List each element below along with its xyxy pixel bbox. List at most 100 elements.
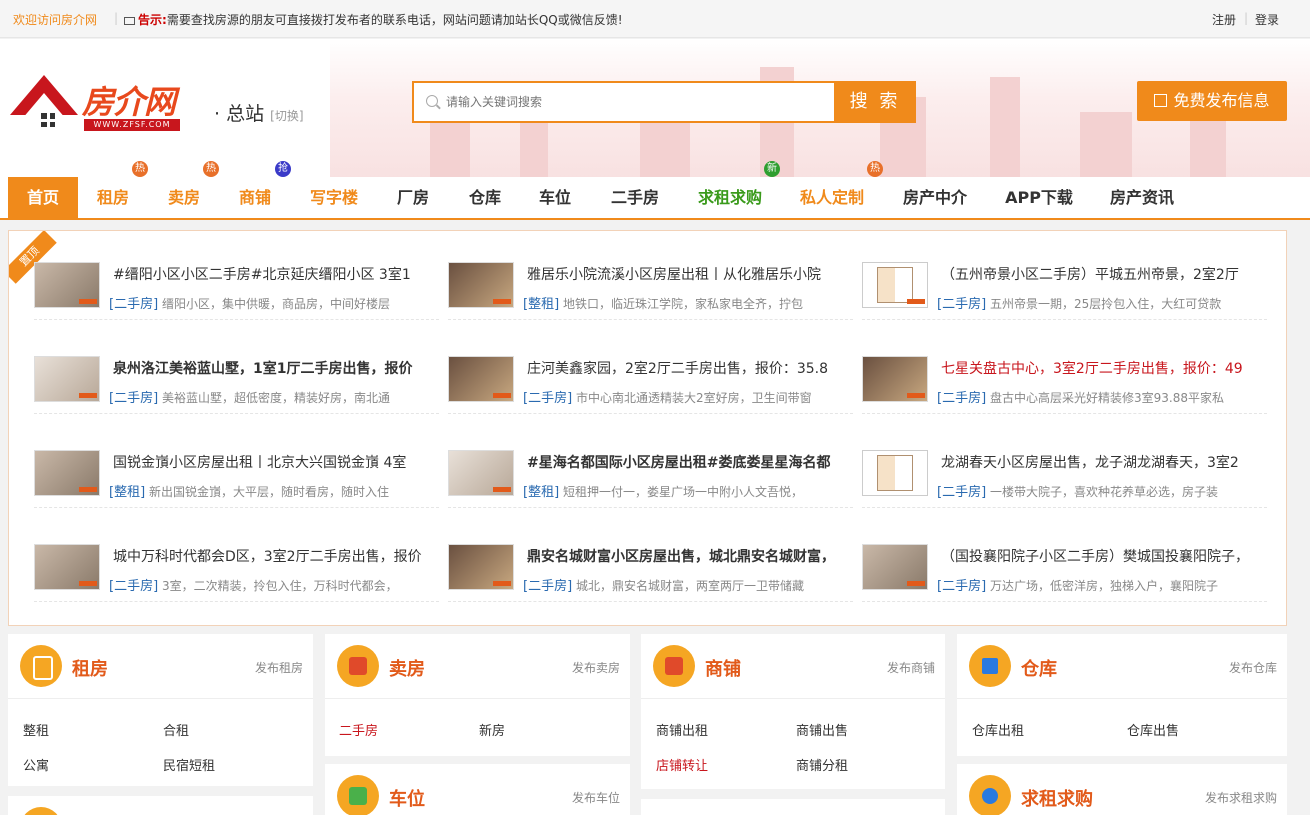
- listing-card[interactable]: 龙湖春天小区房屋出售，龙子湖龙湖春天，3室2 [二手房] 一楼带大院子，喜欢种花…: [862, 442, 1267, 508]
- nav-rent[interactable]: 租房: [90, 177, 136, 218]
- listing-thumbnail: [862, 356, 928, 402]
- nav-second-hand[interactable]: 二手房: [604, 177, 666, 218]
- edit-icon: [1154, 94, 1168, 107]
- warehouse-icon: [969, 645, 1011, 687]
- header: 房介网 WWW.ZFSF.COM · 总站 [切换] 搜 索 免费发布信息: [0, 39, 1310, 177]
- listing-title: （五州帝景小区二手房）平城五州帝景，2室2厅: [941, 267, 1239, 283]
- publish-shop-link[interactable]: 发布商铺: [887, 659, 935, 676]
- nav-news[interactable]: 房产资讯: [1104, 177, 1180, 218]
- listing-desc: [二手房] 3室，二次精装，拎包入住，万科时代都会，: [109, 575, 439, 594]
- category-title[interactable]: 卖房: [389, 655, 425, 681]
- listing-title: 雅居乐小院流溪小区房屋出租丨从化雅居乐小院: [527, 267, 821, 283]
- new-badge: 新: [764, 161, 780, 177]
- publish-parking-link[interactable]: 发布车位: [572, 789, 620, 806]
- link-apartment[interactable]: 公寓: [23, 755, 49, 774]
- link-shop-sell[interactable]: 商铺出售: [796, 720, 848, 739]
- nav-shop[interactable]: 商铺: [232, 177, 278, 218]
- category-rent: 租房 发布租房 整租 合租 公寓 民宿短租: [8, 634, 313, 786]
- listing-desc: [二手房] 五州帝景一期，25层拎包入住，大红可贷款: [937, 293, 1267, 312]
- search-icon: [426, 95, 438, 107]
- skyline-building: [990, 77, 1020, 177]
- top-bar: 欢迎访问房介网 | 告示:需要查找房源的朋友可直接拨打发布者的联系电话，网站问题…: [0, 0, 1310, 38]
- listing-card[interactable]: 泉州洛江美裕蓝山墅，1室1厅二手房出售，报价 [二手房] 美裕蓝山墅，超低密度，…: [34, 348, 439, 414]
- listing-title: #缙阳小区小区二手房#北京延庆缙阳小区 3室1: [113, 267, 411, 283]
- hot-badge: 热: [132, 161, 148, 177]
- nav-warehouse[interactable]: 仓库: [462, 177, 508, 218]
- category-title[interactable]: 求租求购: [1021, 785, 1093, 811]
- storefront-icon: [653, 645, 695, 687]
- link-short-stay[interactable]: 民宿短租: [163, 755, 215, 774]
- publish-wanted-link[interactable]: 发布求租求购: [1205, 789, 1277, 806]
- watermark-logo: [79, 581, 97, 586]
- watermark-logo: [907, 299, 925, 304]
- nav-agency[interactable]: 房产中介: [897, 177, 973, 218]
- listing-title: （国投襄阳院子小区二手房）樊城国投襄阳院子，: [941, 549, 1249, 565]
- publish-rent-link[interactable]: 发布租房: [255, 659, 303, 676]
- listing-desc-text: 盘古中心高层采光好精装修3室93.88平家私: [989, 391, 1224, 405]
- skyline-building: [640, 117, 690, 177]
- listing-title: 泉州洛江美裕蓝山墅，1室1厅二手房出售，报价: [113, 361, 413, 377]
- login-link[interactable]: 登录: [1255, 11, 1279, 28]
- link-warehouse-rent[interactable]: 仓库出租: [972, 720, 1024, 739]
- search-button[interactable]: 搜 索: [834, 81, 916, 123]
- listing-kind: [二手房]: [523, 391, 573, 406]
- listing-kind: [整租]: [109, 485, 146, 500]
- warehouse-inner: [982, 658, 998, 674]
- station-selector[interactable]: · 总站 [切换]: [214, 99, 304, 126]
- station-switch[interactable]: [切换]: [270, 109, 303, 123]
- listing-thumbnail: [34, 262, 100, 308]
- listing-card[interactable]: 雅居乐小院流溪小区房屋出租丨从化雅居乐小院 [整租] 地铁口，临近珠江学院，家私…: [448, 254, 853, 320]
- listing-desc-text: 3室，二次精装，拎包入住，万科时代都会，: [161, 579, 398, 593]
- link-shop-rent[interactable]: 商铺出租: [656, 720, 708, 739]
- nav-custom[interactable]: 私人定制: [794, 177, 870, 218]
- listing-thumbnail: [448, 356, 514, 402]
- floor-plan-icon: [877, 267, 913, 303]
- link-warehouse-sell[interactable]: 仓库出售: [1127, 720, 1179, 739]
- site-logo[interactable]: 房介网 WWW.ZFSF.COM: [10, 75, 185, 133]
- category-title[interactable]: 商铺: [705, 655, 741, 681]
- monitor-icon: [124, 17, 135, 25]
- nav-home[interactable]: 首页: [8, 177, 78, 218]
- listing-card[interactable]: 七星关盘古中心，3室2厅二手房出售，报价：49 [二手房] 盘古中心高层采光好精…: [862, 348, 1267, 414]
- link-shop-sublet[interactable]: 商铺分租: [796, 755, 848, 774]
- link-second-hand[interactable]: 二手房: [339, 720, 378, 739]
- publish-button[interactable]: 免费发布信息: [1137, 81, 1287, 121]
- search-input[interactable]: [446, 83, 826, 121]
- site-notice: 告示:需要查找房源的朋友可直接拨打发布者的联系电话，网站问题请加站长QQ或微信反…: [124, 11, 623, 28]
- listing-desc: [二手房] 缙阳小区，集中供暖，商品房，中间好楼层: [109, 293, 439, 312]
- welcome-link[interactable]: 欢迎访问房介网: [13, 11, 97, 28]
- listing-card[interactable]: #星海名都国际小区房屋出租#娄底娄星星海名都 [整租] 短租押一付一，娄星广场一…: [448, 442, 853, 508]
- link-new-house[interactable]: 新房: [479, 720, 505, 739]
- register-link[interactable]: 注册: [1212, 11, 1236, 28]
- nav-office[interactable]: 写字楼: [304, 177, 364, 218]
- listing-title: #星海名都国际小区房屋出租#娄底娄星星海名都: [527, 455, 831, 471]
- publish-warehouse-link[interactable]: 发布仓库: [1229, 659, 1277, 676]
- listing-kind: [二手房]: [937, 391, 987, 406]
- listing-card[interactable]: （国投襄阳院子小区二手房）樊城国投襄阳院子， [二手房] 万达广场，低密洋房，独…: [862, 536, 1267, 602]
- listing-desc-text: 城北，鼎安名城财富，两室两厅一卫带储藏: [575, 579, 804, 593]
- category-title[interactable]: 仓库: [1021, 655, 1057, 681]
- link-shop-transfer[interactable]: 店铺转让: [656, 755, 708, 774]
- listing-kind: [二手房]: [937, 297, 987, 312]
- link-whole-rent[interactable]: 整租: [23, 720, 49, 739]
- listing-card[interactable]: 庄河美鑫家园，2室2厅二手房出售，报价：35.8 [二手房] 市中心南北通透精装…: [448, 348, 853, 414]
- publish-sell-link[interactable]: 发布卖房: [572, 659, 620, 676]
- station-name: · 总站: [214, 103, 265, 125]
- listing-card[interactable]: （五州帝景小区二手房）平城五州帝景，2室2厅 [二手房] 五州帝景一期，25层拎…: [862, 254, 1267, 320]
- listing-desc: [二手房] 盘古中心高层采光好精装修3室93.88平家私: [937, 387, 1267, 406]
- nav-app[interactable]: APP下载: [1000, 177, 1078, 218]
- listing-card[interactable]: 鼎安名城财富小区房屋出售，城北鼎安名城财富， [二手房] 城北，鼎安名城财富，两…: [448, 536, 853, 602]
- listing-thumbnail: [34, 356, 100, 402]
- suitcase-icon: [20, 645, 62, 687]
- nav-wanted[interactable]: 求租求购: [692, 177, 768, 218]
- nav-sell[interactable]: 卖房: [161, 177, 207, 218]
- nav-parking[interactable]: 车位: [532, 177, 578, 218]
- main-nav: 首页 租房 卖房 商铺 写字楼 厂房 仓库 车位 二手房 求租求购 私人定制 房…: [0, 177, 1310, 220]
- link-shared-rent[interactable]: 合租: [163, 720, 189, 739]
- category-title[interactable]: 车位: [389, 785, 425, 811]
- category-title[interactable]: 租房: [72, 655, 108, 681]
- nav-factory[interactable]: 厂房: [390, 177, 436, 218]
- listing-card[interactable]: 城中万科时代都会D区，3室2厅二手房出售，报价 [二手房] 3室，二次精装，拎包…: [34, 536, 439, 602]
- listing-card[interactable]: #缙阳小区小区二手房#北京延庆缙阳小区 3室1 [二手房] 缙阳小区，集中供暖，…: [34, 254, 439, 320]
- listing-card[interactable]: 国锐金嵿小区房屋出租丨北京大兴国锐金嵿 4室 [整租] 新出国锐金嵿，大平层，随…: [34, 442, 439, 508]
